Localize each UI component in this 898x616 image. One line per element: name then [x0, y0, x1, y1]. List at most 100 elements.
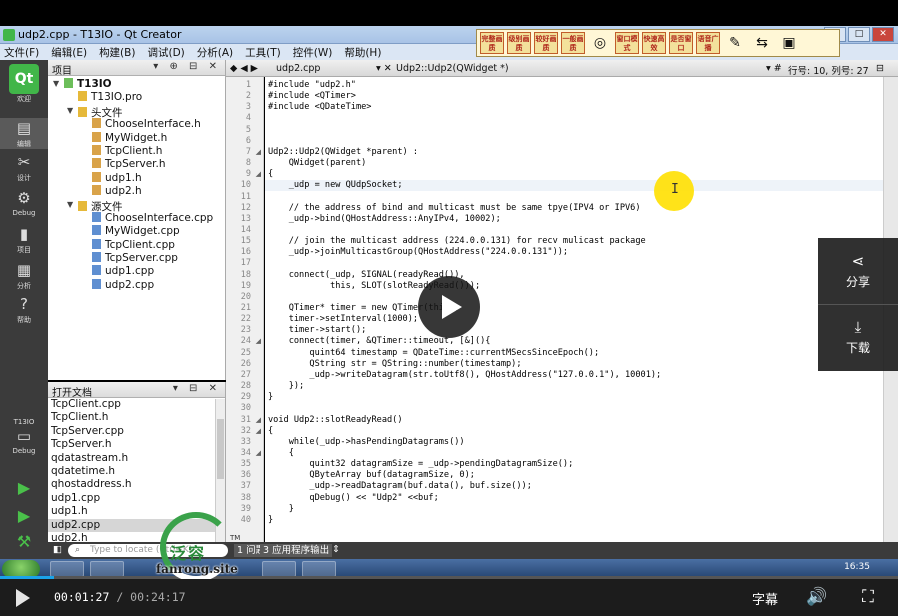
line-number: 35 — [240, 459, 251, 470]
open-document-item[interactable]: qdatetime.h — [48, 465, 225, 478]
taskbar-app[interactable] — [302, 561, 336, 577]
menu-item-0[interactable]: 文件(F) — [4, 45, 39, 60]
tree-item-label: MyWidget.cpp — [105, 225, 180, 238]
more-tabs-icon[interactable]: ⇕ — [332, 544, 340, 555]
tree-item[interactable]: ChooseInterface.h — [48, 118, 225, 131]
fold-marker-icon[interactable]: ◢ — [256, 337, 261, 345]
tree-item[interactable]: TcpClient.cpp — [48, 238, 225, 252]
tree-item[interactable]: udp1.cpp — [48, 265, 225, 278]
tab-application-output[interactable]: 3 应用程序输出 — [260, 544, 333, 557]
expand-arrow-icon[interactable]: ▼ — [53, 79, 59, 88]
mode-projects[interactable]: ▮ 项目 — [0, 224, 48, 255]
tree-item[interactable]: ▼ 头文件 — [48, 105, 225, 119]
open-document-item[interactable]: TcpServer.h — [48, 438, 225, 451]
fold-marker-icon[interactable]: ◢ — [256, 449, 261, 457]
mode-design[interactable]: ✂ 设计 — [0, 152, 48, 183]
debug-icon: ⚙ — [17, 189, 31, 207]
tree-item[interactable]: T13IO.pro — [48, 91, 225, 104]
panel-controls[interactable]: ▾ ⊟ ✕ — [173, 383, 221, 394]
symbol-selector-arrow-icon[interactable]: ▾ # — [766, 63, 782, 74]
play-icon[interactable] — [16, 589, 30, 607]
tree-item[interactable]: ChooseInterface.cpp — [48, 211, 225, 225]
mode-debug[interactable]: ⚙ Debug — [0, 188, 48, 217]
menu-item-4[interactable]: 分析(A) — [197, 45, 233, 60]
tree-item[interactable]: udp1.h — [48, 171, 225, 185]
line-number: 6 — [245, 135, 251, 146]
quality-button-2[interactable]: 较好画质 — [534, 32, 558, 54]
pen-icon[interactable]: ✎ — [723, 32, 747, 54]
debug-run-icon[interactable]: ▶ — [0, 506, 48, 525]
fold-marker-icon[interactable]: ◢ — [256, 170, 261, 178]
quality-button-5[interactable]: 快速高效 — [642, 32, 666, 54]
code-line: { — [268, 447, 294, 458]
open-document-item[interactable]: TcpClient.h — [48, 411, 225, 424]
center-play-button[interactable] — [418, 276, 480, 338]
mode-help[interactable]: ? 帮助 — [0, 294, 48, 325]
menu-item-1[interactable]: 编辑(E) — [51, 45, 87, 60]
nav-arrows-icon[interactable]: ◆ ◀ ▶ — [230, 63, 258, 74]
quality-button-0[interactable]: 完整画质 — [480, 32, 504, 54]
menu-item-7[interactable]: 帮助(H) — [344, 45, 381, 60]
file-selector-arrow-icon[interactable]: ▾ ✕ — [376, 63, 392, 74]
file-selector[interactable]: udp2.cpp — [276, 63, 320, 74]
qt-logo-icon[interactable]: Qt — [9, 64, 39, 94]
tree-item[interactable]: udp2.h — [48, 185, 225, 198]
open-document-item[interactable]: udp1.cpp — [48, 492, 225, 505]
menu-item-6[interactable]: 控件(W) — [293, 45, 333, 60]
download-button[interactable]: ⤓ 下载 — [818, 318, 898, 356]
disc-icon[interactable]: ◎ — [588, 32, 612, 54]
fold-marker-icon[interactable]: ◢ — [256, 427, 261, 435]
quality-button-1[interactable]: 级别画质 — [507, 32, 531, 54]
subtitle-button[interactable]: 字幕 — [752, 589, 778, 608]
tree-item[interactable]: ▼ 源文件 — [48, 199, 225, 213]
build-icon[interactable]: ⚒ — [0, 532, 48, 551]
panel-controls[interactable]: ▾ ⊕ ⊟ ✕ — [153, 61, 221, 72]
quality-button-4[interactable]: 窗口模式 — [615, 32, 639, 54]
maximize-icon[interactable]: □ — [848, 27, 870, 42]
board-icon[interactable]: ▣ — [777, 32, 801, 54]
split-icon[interactable]: ⊟ — [876, 63, 884, 74]
fold-marker-icon[interactable]: ◢ — [256, 148, 261, 156]
swap-icon[interactable]: ⇆ — [750, 32, 774, 54]
menu-item-2[interactable]: 构建(B) — [99, 45, 135, 60]
toggle-sidebar-icon[interactable]: ◧ — [53, 544, 62, 555]
taskbar-app[interactable] — [90, 561, 124, 577]
open-document-item[interactable]: TcpClient.cpp — [48, 398, 225, 411]
expand-arrow-icon[interactable]: ▼ — [67, 106, 73, 115]
scrollbar-thumb[interactable] — [217, 419, 224, 479]
mode-analyze[interactable]: ▦ 分析 — [0, 260, 48, 291]
expand-arrow-icon[interactable]: ▼ — [67, 200, 73, 209]
kit-selector[interactable]: T13IO ▭ Debug — [0, 418, 48, 455]
watermark-cn: 泛容 — [170, 544, 207, 563]
quality-button-7[interactable]: 语音广播 — [696, 32, 720, 54]
fold-marker-icon[interactable]: ◢ — [256, 416, 261, 424]
tree-item[interactable]: udp2.cpp — [48, 278, 225, 292]
tree-item[interactable]: ▼ T13IO — [48, 78, 225, 91]
run-icon[interactable]: ▶ — [0, 478, 48, 497]
share-button[interactable]: ⋖ 分享 — [818, 252, 898, 290]
symbol-selector[interactable]: Udp2::Udp2(QWidget *) — [396, 63, 509, 74]
tree-item[interactable]: TcpServer.cpp — [48, 252, 225, 265]
tree-item[interactable]: MyWidget.h — [48, 131, 225, 145]
quality-button-3[interactable]: 一般画质 — [561, 32, 585, 54]
code-line: } — [268, 503, 294, 514]
menu-item-3[interactable]: 调试(D) — [147, 45, 184, 60]
line-number: 22 — [240, 314, 251, 325]
volume-icon[interactable]: 🔊 — [806, 587, 827, 607]
tree-item[interactable]: MyWidget.cpp — [48, 225, 225, 238]
open-document-item[interactable]: TcpServer.cpp — [48, 425, 225, 438]
fullscreen-icon[interactable]: ⛶ — [862, 587, 874, 607]
menu-item-5[interactable]: 工具(T) — [245, 45, 281, 60]
code-editor[interactable]: #include "udp2.h" #include <QTimer> #inclu… — [265, 77, 883, 542]
open-document-item[interactable]: qhostaddress.h — [48, 478, 225, 491]
open-document-item[interactable]: qdatastream.h — [48, 452, 225, 465]
mode-label: Debug — [12, 209, 36, 217]
taskbar-app[interactable] — [50, 561, 84, 577]
taskbar-app[interactable] — [262, 561, 296, 577]
quality-button-6[interactable]: 是否窗口 — [669, 32, 693, 54]
tree-item-label: TcpClient.cpp — [105, 238, 175, 251]
tree-item[interactable]: TcpClient.h — [48, 144, 225, 158]
tree-item[interactable]: TcpServer.h — [48, 158, 225, 171]
close-icon[interactable]: ✕ — [872, 27, 894, 42]
mode-edit[interactable]: ▤ 编辑 — [0, 118, 48, 149]
